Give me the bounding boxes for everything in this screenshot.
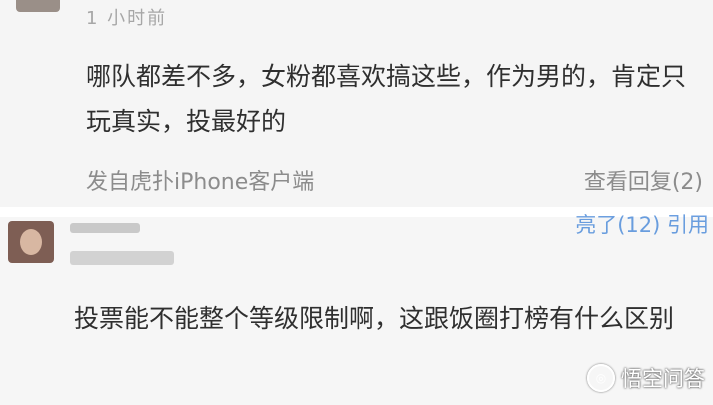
- user-avatar[interactable]: [16, 0, 60, 12]
- comment-card-1: 1 小时前 哪队都差不多，女粉都喜欢搞这些，作为男的，肯定只玩真实，投最好的 发…: [0, 0, 713, 207]
- wukong-logo-icon: ◎: [587, 364, 615, 392]
- watermark-text: 悟空问答: [621, 367, 705, 391]
- username-blurred: [70, 223, 140, 233]
- like-quote-actions[interactable]: 亮了(12) 引用: [575, 209, 709, 239]
- comment-time-blurred: [70, 251, 174, 265]
- view-replies-link[interactable]: 查看回复(2): [584, 164, 703, 196]
- comment-source: 发自虎扑iPhone客户端: [86, 170, 315, 195]
- comment-time: 1 小时前: [86, 8, 168, 29]
- watermark: ◎ 悟空问答: [587, 363, 705, 393]
- comment-text: 哪队都差不多，女粉都喜欢搞这些，作为男的，肯定只玩真实，投最好的: [86, 62, 687, 136]
- comment-text: 投票能不能整个等级限制啊，这跟饭圈打榜有什么区别: [74, 304, 675, 333]
- user-avatar[interactable]: [8, 221, 54, 263]
